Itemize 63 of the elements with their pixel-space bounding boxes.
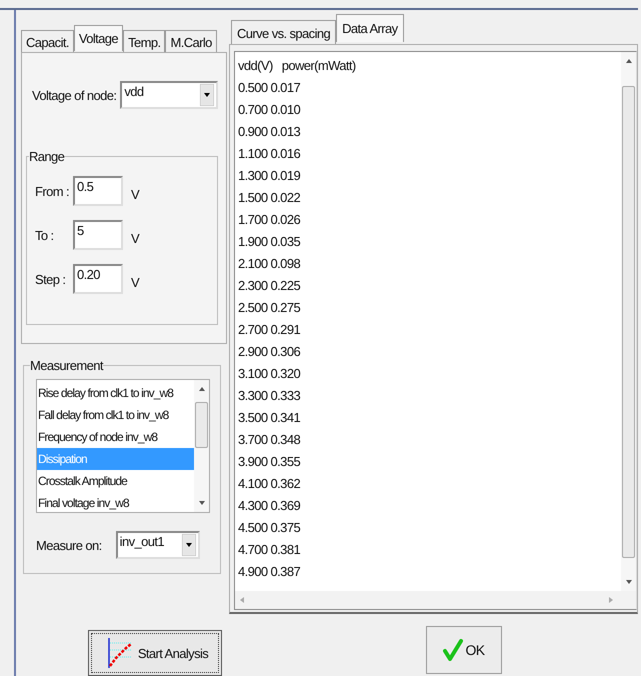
data-row-text: 4.900 0.387 (238, 563, 302, 581)
list-item[interactable]: Fall delay from clk1 to inv_w8 (37, 404, 194, 426)
data-row-text: 1.900 0.035 (238, 233, 302, 251)
field-label: From : (35, 184, 70, 198)
data-row-text: 2.700 0.291 (238, 321, 302, 339)
node-dropdown[interactable]: vdd (120, 81, 218, 109)
data-row-text: 3.900 0.355 (238, 453, 302, 471)
data-text-area[interactable] (234, 51, 637, 610)
scroll-up-arrow-icon[interactable] (624, 58, 632, 64)
data-row-text: 3.100 0.320 (238, 365, 302, 383)
field-label: Step : (35, 272, 66, 286)
data-row-text: 0.700 0.010 (238, 101, 302, 119)
vertical-scrollbar[interactable] (621, 52, 636, 591)
data-row-text: 4.700 0.381 (238, 541, 302, 559)
data-row-text: 0.500 0.017 (238, 79, 302, 97)
tab[interactable]: Capacit. (21, 30, 74, 52)
tab[interactable]: Curve vs. spacing (231, 20, 336, 44)
input-field[interactable]: 5 (73, 220, 123, 250)
data-row-text: 3.300 0.333 (238, 387, 302, 405)
dropdown-arrow-icon[interactable] (182, 534, 196, 556)
tab[interactable]: M.Carlo (165, 30, 217, 52)
unit-label: V (131, 230, 140, 246)
unit-label: V (131, 186, 140, 202)
data-row-text: 2.100 0.098 (238, 255, 302, 273)
data-header: vdd(V) power(mWatt) (238, 57, 357, 75)
data-row-text: 4.300 0.369 (238, 497, 302, 515)
scroll-down-arrow-icon[interactable] (624, 579, 632, 585)
data-row-text: 1.100 0.016 (238, 145, 302, 163)
input-field[interactable]: 0.5 (73, 176, 123, 206)
list-item[interactable]: Crosstalk Amplitude (37, 470, 194, 492)
data-row-text: 3.700 0.348 (238, 431, 302, 449)
measure-on-label: Measure on: (36, 538, 102, 552)
data-row-text: 2.300 0.225 (238, 277, 302, 295)
list-item[interactable]: Final voltage inv_w8 (37, 492, 194, 512)
data-row-text: 2.500 0.275 (238, 299, 302, 317)
data-row-text: 4.500 0.375 (238, 519, 302, 537)
tab[interactable]: Voltage (74, 25, 124, 51)
data-row-text: 3.500 0.341 (238, 409, 302, 427)
data-row-text: 4.100 0.362 (238, 475, 302, 493)
ok-button[interactable]: OK (426, 626, 502, 674)
tab[interactable]: Data Array (336, 14, 404, 42)
list-item[interactable]: Frequency of node inv_w8 (37, 426, 194, 448)
checkmark-icon (443, 639, 464, 661)
data-row-text: 1.700 0.026 (238, 211, 302, 229)
list-item[interactable]: Rise delay from clk1 to inv_w8 (37, 382, 194, 404)
group-title: Range (29, 149, 64, 164)
unit-label: V (131, 274, 140, 290)
data-row-text: 1.500 0.022 (238, 189, 302, 207)
data-row-text: 2.900 0.306 (238, 343, 302, 361)
voltage-node-label: Voltage of node: (32, 88, 116, 102)
group-title: Measurement (30, 358, 103, 373)
scroll-down-arrow-icon[interactable] (198, 500, 206, 506)
chart-icon (108, 638, 134, 668)
scroll-up-arrow-icon[interactable] (198, 386, 206, 392)
tab[interactable]: Temp. (123, 30, 166, 52)
start-analysis-button[interactable]: Start Analysis (88, 630, 222, 676)
field-label: To : (35, 228, 55, 242)
input-field[interactable]: 0.20 (73, 264, 123, 294)
dropdown-arrow-icon[interactable] (200, 84, 214, 106)
data-row-text: 0.900 0.013 (238, 123, 302, 141)
data-row-text: 1.300 0.019 (238, 167, 302, 185)
measure-on-dropdown[interactable]: inv_out1 (116, 531, 200, 559)
scrollbar[interactable] (194, 380, 209, 512)
